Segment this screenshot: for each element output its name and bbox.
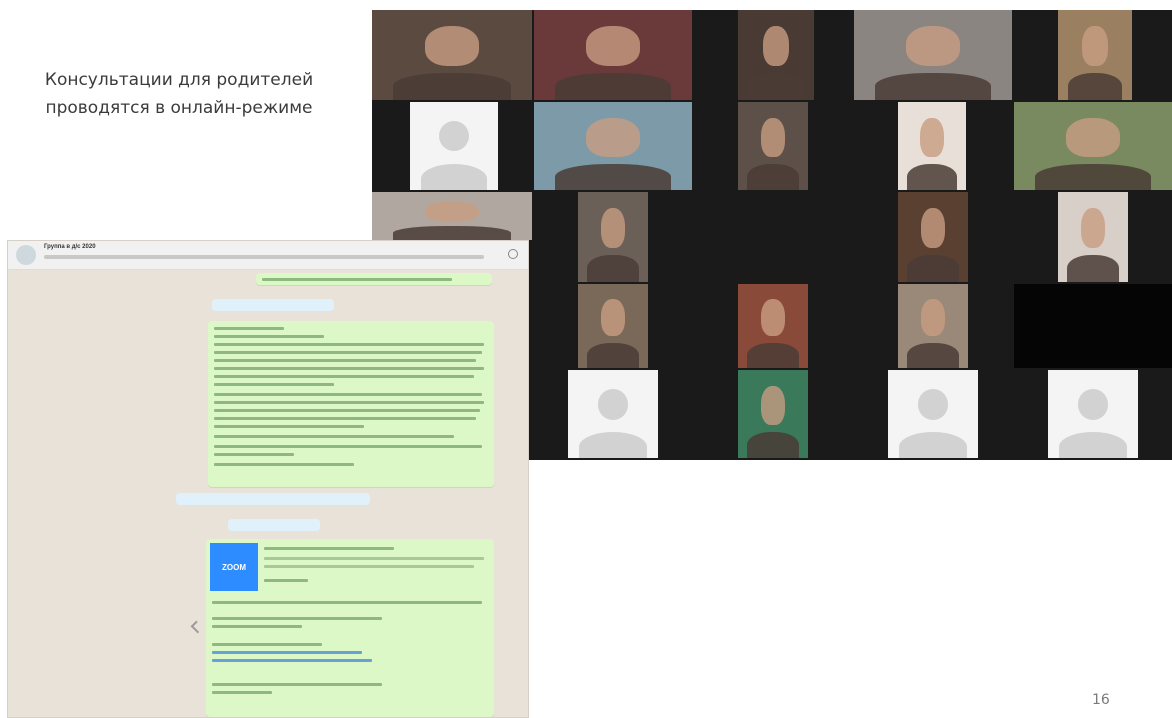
reply-arrow-icon	[190, 620, 204, 634]
participant-video	[534, 10, 692, 100]
participant-video	[854, 10, 1012, 100]
participant-video	[898, 192, 968, 282]
participant-video	[534, 102, 692, 190]
chat-name: Группа в д/с 2020	[44, 244, 96, 250]
chat-message	[256, 273, 492, 285]
participant-video	[738, 284, 808, 368]
system-message	[176, 493, 370, 505]
participant-video	[738, 370, 808, 458]
user-placeholder-icon	[597, 389, 629, 420]
chat-screenshot: Группа в д/с 2020 ZOOM	[7, 240, 529, 718]
participant-video	[738, 10, 814, 100]
participant-video	[372, 192, 532, 240]
user-placeholder-icon	[439, 121, 469, 152]
participant-placeholder	[410, 102, 498, 190]
chat-avatar	[16, 245, 36, 265]
participant-video	[1014, 102, 1172, 190]
slide-title-line-1: Консультации для родителей	[44, 70, 314, 90]
participant-placeholder	[888, 370, 978, 458]
participant-video-off	[1014, 284, 1172, 368]
participant-video	[1058, 192, 1128, 282]
participant-video	[372, 10, 532, 100]
participant-video	[578, 284, 648, 368]
chat-message-zoom-invite: ZOOM	[206, 539, 494, 717]
chat-participants	[44, 255, 484, 259]
participant-placeholder	[568, 370, 658, 458]
user-placeholder-icon	[917, 389, 949, 420]
system-message	[228, 519, 320, 531]
system-message	[212, 299, 334, 311]
participant-placeholder	[1048, 370, 1138, 458]
participant-video	[898, 102, 966, 190]
page-number: 16	[1092, 692, 1110, 708]
slide: Консультации для родителей проводятся в …	[0, 0, 1172, 718]
participant-video	[1058, 10, 1132, 100]
chat-header: Группа в д/с 2020	[8, 241, 528, 270]
participant-video	[578, 192, 648, 282]
zoom-logo: ZOOM	[210, 543, 258, 591]
participant-video	[898, 284, 968, 368]
slide-title-line-2: проводятся в онлайн-режиме	[45, 98, 313, 118]
search-icon	[508, 249, 518, 259]
user-placeholder-icon	[1077, 389, 1109, 420]
participant-video	[738, 102, 808, 190]
chat-message	[208, 321, 494, 487]
